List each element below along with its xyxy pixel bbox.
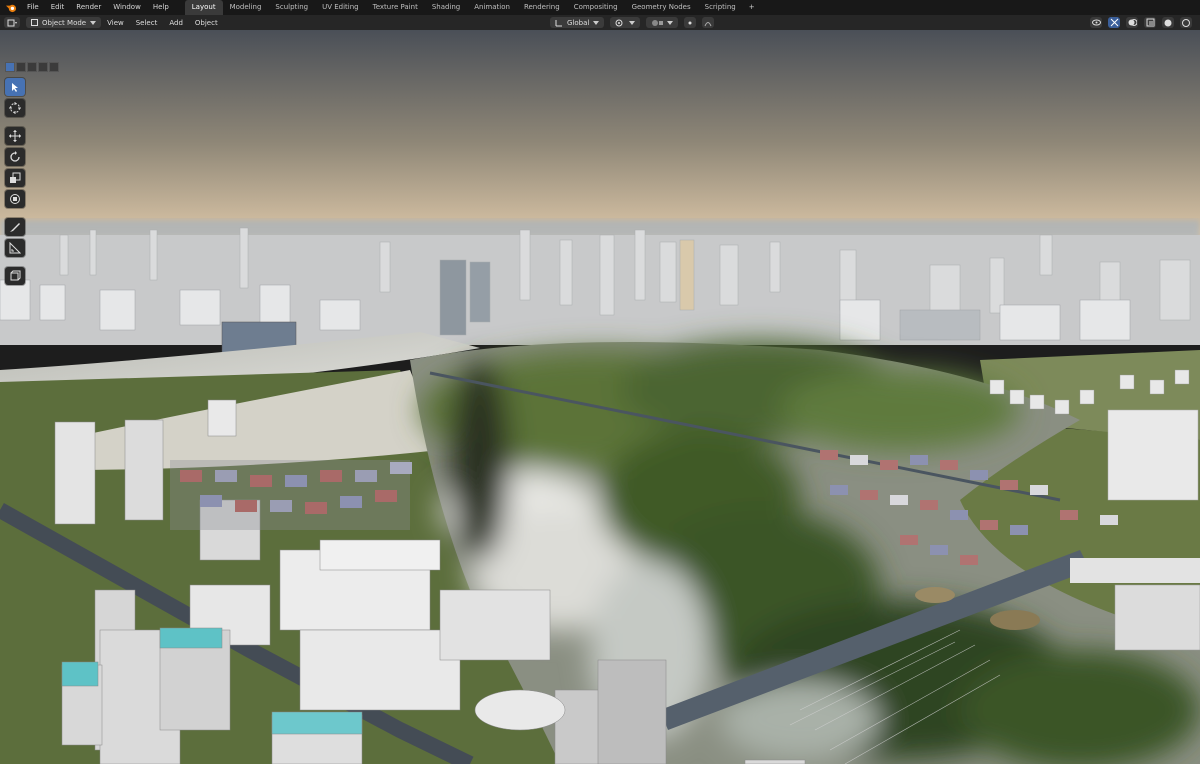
menu-object[interactable]: Object [189,19,224,27]
tool-scale[interactable] [5,169,25,187]
select-box-icon [12,83,18,92]
city-scene [0,30,1200,764]
tab-shading[interactable]: Shading [425,0,467,15]
tool-move[interactable] [5,127,25,145]
snap-dropdown[interactable] [646,17,679,28]
tab-sculpting[interactable]: Sculpting [268,0,315,15]
xray-icon [1146,18,1154,27]
visibility-icon [1091,19,1101,26]
object-mode-icon [31,19,38,26]
menu-render[interactable]: Render [70,0,107,15]
tool-select-box[interactable] [5,78,25,96]
viewport-header: Object Mode View Select Add Object Globa… [0,15,1200,30]
tab-modeling[interactable]: Modeling [223,0,269,15]
pivot-icon [615,19,623,26]
main-menu: File Edit Render Window Help [21,0,175,15]
measure-icon [9,242,21,254]
add-cube-icon [10,270,21,281]
snap-icon [652,19,664,26]
gizmo-icon [1110,18,1118,27]
tool-cursor[interactable] [5,99,25,117]
menu-window[interactable]: Window [107,0,147,15]
tool-add-cube[interactable] [5,267,25,285]
tool-transform[interactable] [5,190,25,208]
select-invert-button[interactable] [38,62,48,72]
transform-icon [10,194,20,204]
menu-select[interactable]: Select [130,19,164,27]
select-intersect-button[interactable] [49,62,59,72]
sky [0,30,1200,235]
tool-shelf [5,78,29,285]
add-workspace-button[interactable]: + [743,0,761,15]
menu-file[interactable]: File [21,0,45,15]
blender-logo-icon[interactable] [5,2,18,13]
tool-measure[interactable] [5,239,25,257]
shading-solid-icon [1164,19,1172,26]
menu-add[interactable]: Add [163,19,189,27]
menu-view[interactable]: View [101,19,130,27]
tab-texture-paint[interactable]: Texture Paint [366,0,425,15]
shading-material-icon [1182,18,1190,27]
tab-rendering[interactable]: Rendering [517,0,567,15]
rotate-icon [10,151,20,162]
gizmo-button[interactable] [1108,17,1120,28]
3d-viewport[interactable] [0,30,1200,764]
tab-compositing[interactable]: Compositing [567,0,625,15]
chevron-down-icon [90,20,97,25]
pivot-dropdown[interactable] [610,17,641,28]
cursor-icon [9,102,21,114]
xray-button[interactable] [1144,17,1156,28]
mode-dropdown[interactable]: Object Mode [26,17,102,28]
select-extend-button[interactable] [16,62,26,72]
annotate-icon [10,223,20,232]
chevron-down-icon [593,20,600,25]
select-subtract-button[interactable] [27,62,37,72]
tab-uv-editing[interactable]: UV Editing [315,0,366,15]
header-center-tools: Global [550,17,715,28]
orientation-dropdown[interactable]: Global [550,17,605,28]
overlay-icon [1128,19,1137,26]
selection-mode-group [5,62,59,72]
mode-label: Object Mode [42,18,87,27]
tab-animation[interactable]: Animation [467,0,517,15]
tab-layout[interactable]: Layout [184,0,223,15]
tab-scripting[interactable]: Scripting [698,0,743,15]
chevron-down-icon [667,20,674,25]
move-icon [9,130,21,142]
shading-material-button[interactable] [1180,17,1192,28]
select-new-button[interactable] [5,62,15,72]
menu-edit[interactable]: Edit [45,0,71,15]
proportional-edit-icon [688,21,692,24]
orientation-icon [555,19,562,26]
header-right-tools [1090,17,1192,28]
falloff-icon [704,21,712,26]
tool-annotate[interactable] [5,218,25,236]
menu-help[interactable]: Help [147,0,175,15]
workspace-tabs: Layout Modeling Sculpting UV Editing Tex… [184,0,761,15]
shading-solid-button[interactable] [1162,17,1174,28]
editor-type-button[interactable] [4,17,20,28]
overlay-button[interactable] [1126,17,1138,28]
top-menu-bar: File Edit Render Window Help Layout Mode… [0,0,1200,15]
proportional-edit-button[interactable] [684,17,697,28]
visibility-button[interactable] [1090,17,1102,28]
tool-rotate[interactable] [5,148,25,166]
falloff-button[interactable] [702,17,715,28]
left-houses [170,460,412,530]
tab-geometry-nodes[interactable]: Geometry Nodes [625,0,698,15]
chevron-down-icon [629,20,636,25]
viewport-icon [7,19,17,26]
orientation-label: Global [567,18,590,27]
scale-icon [10,172,21,183]
